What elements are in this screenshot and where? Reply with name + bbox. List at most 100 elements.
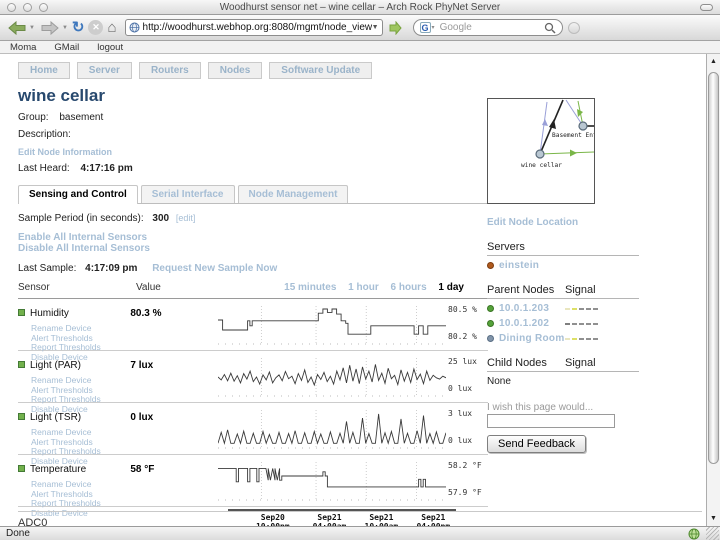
- map-label-basement: Basement Ente: [552, 132, 594, 139]
- range-15-minutes[interactable]: 15 minutes: [284, 282, 336, 293]
- back-button[interactable]: ▼: [6, 18, 35, 38]
- home-icon: ⌂: [107, 20, 116, 35]
- bookmark-gmail[interactable]: GMail: [54, 42, 79, 53]
- nav-software-update[interactable]: Software Update: [269, 62, 372, 79]
- disable-all-sensors-link[interactable]: Disable All Internal Sensors: [18, 243, 488, 254]
- back-arrow-icon: [6, 20, 28, 36]
- sensor-value: 80.3 %: [130, 308, 161, 319]
- reload-button[interactable]: ↻: [72, 18, 85, 38]
- tab-sensing-and-control[interactable]: Sensing and Control: [18, 185, 138, 204]
- chart-max-label: 25 lux: [448, 357, 488, 366]
- group-row: Group: basement: [18, 112, 488, 123]
- range-1-day[interactable]: 1 day: [438, 282, 464, 293]
- last-sample-row: Last Sample: 4:17:09 pm Request New Samp…: [18, 263, 488, 274]
- page-viewport: Home Server Routers Nodes Software Updat…: [0, 54, 706, 526]
- toolbar-toggle-button[interactable]: [700, 4, 713, 11]
- status-bar: Done: [0, 526, 720, 540]
- parent-node-link[interactable]: Dining Room: [499, 333, 565, 344]
- chart-min-label: 0 lux: [448, 384, 488, 393]
- bookmark-moma[interactable]: Moma: [10, 42, 36, 53]
- sensor-value: 0 lux: [130, 412, 153, 423]
- last-heard-label: Last Heard:: [18, 163, 70, 174]
- go-button[interactable]: [387, 18, 403, 38]
- forward-history-caret-icon: ▼: [62, 25, 68, 31]
- server-link[interactable]: einstein: [499, 260, 565, 271]
- url-dropdown-caret-icon[interactable]: ▼: [372, 24, 379, 31]
- parent-node-link[interactable]: 10.0.1.202: [499, 318, 565, 329]
- nav-home[interactable]: Home: [18, 62, 70, 79]
- address-bar[interactable]: ▼: [125, 19, 383, 36]
- scroll-down-arrow[interactable]: ▼: [707, 512, 720, 525]
- child-nodes-none: None: [487, 376, 667, 387]
- home-button[interactable]: ⌂: [107, 18, 116, 38]
- stop-button[interactable]: ✕: [88, 18, 103, 38]
- sensor-name: Light (TSR): [30, 412, 81, 423]
- child-nodes-header: Child Nodes Signal: [487, 357, 639, 372]
- sensor-row-humidity: Humidity Rename Device Alert Thresholds …: [18, 299, 488, 351]
- sensor-name: Humidity: [30, 308, 69, 319]
- range-1-hour[interactable]: 1 hour: [348, 282, 379, 293]
- google-engine-icon[interactable]: G: [420, 22, 431, 33]
- vertical-scrollbar[interactable]: ▲ ▼: [706, 54, 720, 526]
- forward-arrow-icon: [39, 20, 61, 36]
- signal-strength-indicator: [565, 308, 598, 310]
- tab-serial-interface[interactable]: Serial Interface: [141, 185, 235, 203]
- url-input[interactable]: [143, 22, 372, 33]
- scrollbar-thumb[interactable]: [708, 72, 719, 464]
- feedback-input[interactable]: [487, 414, 615, 428]
- description-label: Description:: [18, 129, 71, 140]
- stop-icon: ✕: [88, 20, 103, 35]
- child-signal-header: Signal: [565, 357, 596, 369]
- server-row-einstein: einstein: [487, 260, 639, 271]
- go-arrow-icon: [387, 21, 403, 35]
- activity-throbber-icon: [568, 22, 580, 34]
- last-sample-label: Last Sample:: [18, 263, 76, 274]
- sensor-row-light-tsr: Light (TSR) Rename Device Alert Threshol…: [18, 403, 488, 455]
- search-bar[interactable]: G ▾ Google: [413, 19, 563, 36]
- parent-node-row: Dining Room: [487, 333, 639, 344]
- sample-period-label: Sample Period (in seconds):: [18, 213, 144, 224]
- feedback-widget: I wish this page would... Send Feedback: [487, 402, 667, 453]
- edit-node-information-link[interactable]: Edit Node Information: [18, 147, 112, 157]
- light-par-chart: [218, 356, 446, 398]
- signal-header: Signal: [565, 284, 596, 296]
- last-sample-value: 4:17:09 pm: [85, 263, 137, 274]
- edit-node-location-link[interactable]: Edit Node Location: [487, 217, 667, 228]
- sensor-column-header: Sensor: [18, 282, 136, 293]
- server-status-dot: [487, 262, 494, 269]
- search-magnifier-icon[interactable]: [544, 22, 556, 34]
- chart-min-label: 57.9 °F: [448, 488, 488, 497]
- sensor-status-led: [18, 465, 25, 472]
- map-node-wine-cellar[interactable]: [536, 150, 544, 158]
- group-value: basement: [59, 112, 103, 123]
- window-resize-grip[interactable]: [706, 527, 719, 540]
- scroll-up-arrow[interactable]: ▲: [707, 55, 720, 68]
- page-title: wine cellar: [18, 86, 488, 106]
- edit-sample-period-link[interactable]: [edit]: [176, 213, 196, 223]
- sensor-value: 7 lux: [130, 360, 153, 371]
- humidity-chart: [218, 304, 446, 346]
- map-node-basement[interactable]: [579, 122, 587, 130]
- bookmark-logout[interactable]: logout: [97, 42, 123, 53]
- feedback-label: I wish this page would...: [487, 402, 667, 413]
- range-6-hours[interactable]: 6 hours: [391, 282, 427, 293]
- servers-header: Servers: [487, 241, 639, 256]
- nav-nodes[interactable]: Nodes: [208, 62, 263, 79]
- parent-node-row: 10.0.1.202: [487, 318, 639, 329]
- parent-node-link[interactable]: 10.0.1.203: [499, 303, 565, 314]
- nav-server[interactable]: Server: [77, 62, 132, 79]
- search-engine-caret-icon[interactable]: ▾: [432, 24, 435, 31]
- last-heard-row: Last Heard: 4:17:16 pm: [18, 163, 488, 174]
- sensor-name: Light (PAR): [30, 360, 81, 371]
- enable-all-sensors-link[interactable]: Enable All Internal Sensors: [18, 232, 488, 243]
- node-status-dot: [487, 335, 494, 342]
- tab-node-management[interactable]: Node Management: [238, 185, 349, 203]
- last-heard-value: 4:17:16 pm: [80, 163, 132, 174]
- nav-routers[interactable]: Routers: [139, 62, 201, 79]
- forward-button[interactable]: ▼: [39, 18, 68, 38]
- request-new-sample-link[interactable]: Request New Sample Now: [152, 263, 277, 274]
- send-feedback-button[interactable]: Send Feedback: [487, 435, 586, 453]
- chart-max-label: 3 lux: [448, 409, 488, 418]
- chart-min-label: 0 lux: [448, 436, 488, 445]
- bookmarks-bar: Moma GMail logout: [0, 41, 720, 54]
